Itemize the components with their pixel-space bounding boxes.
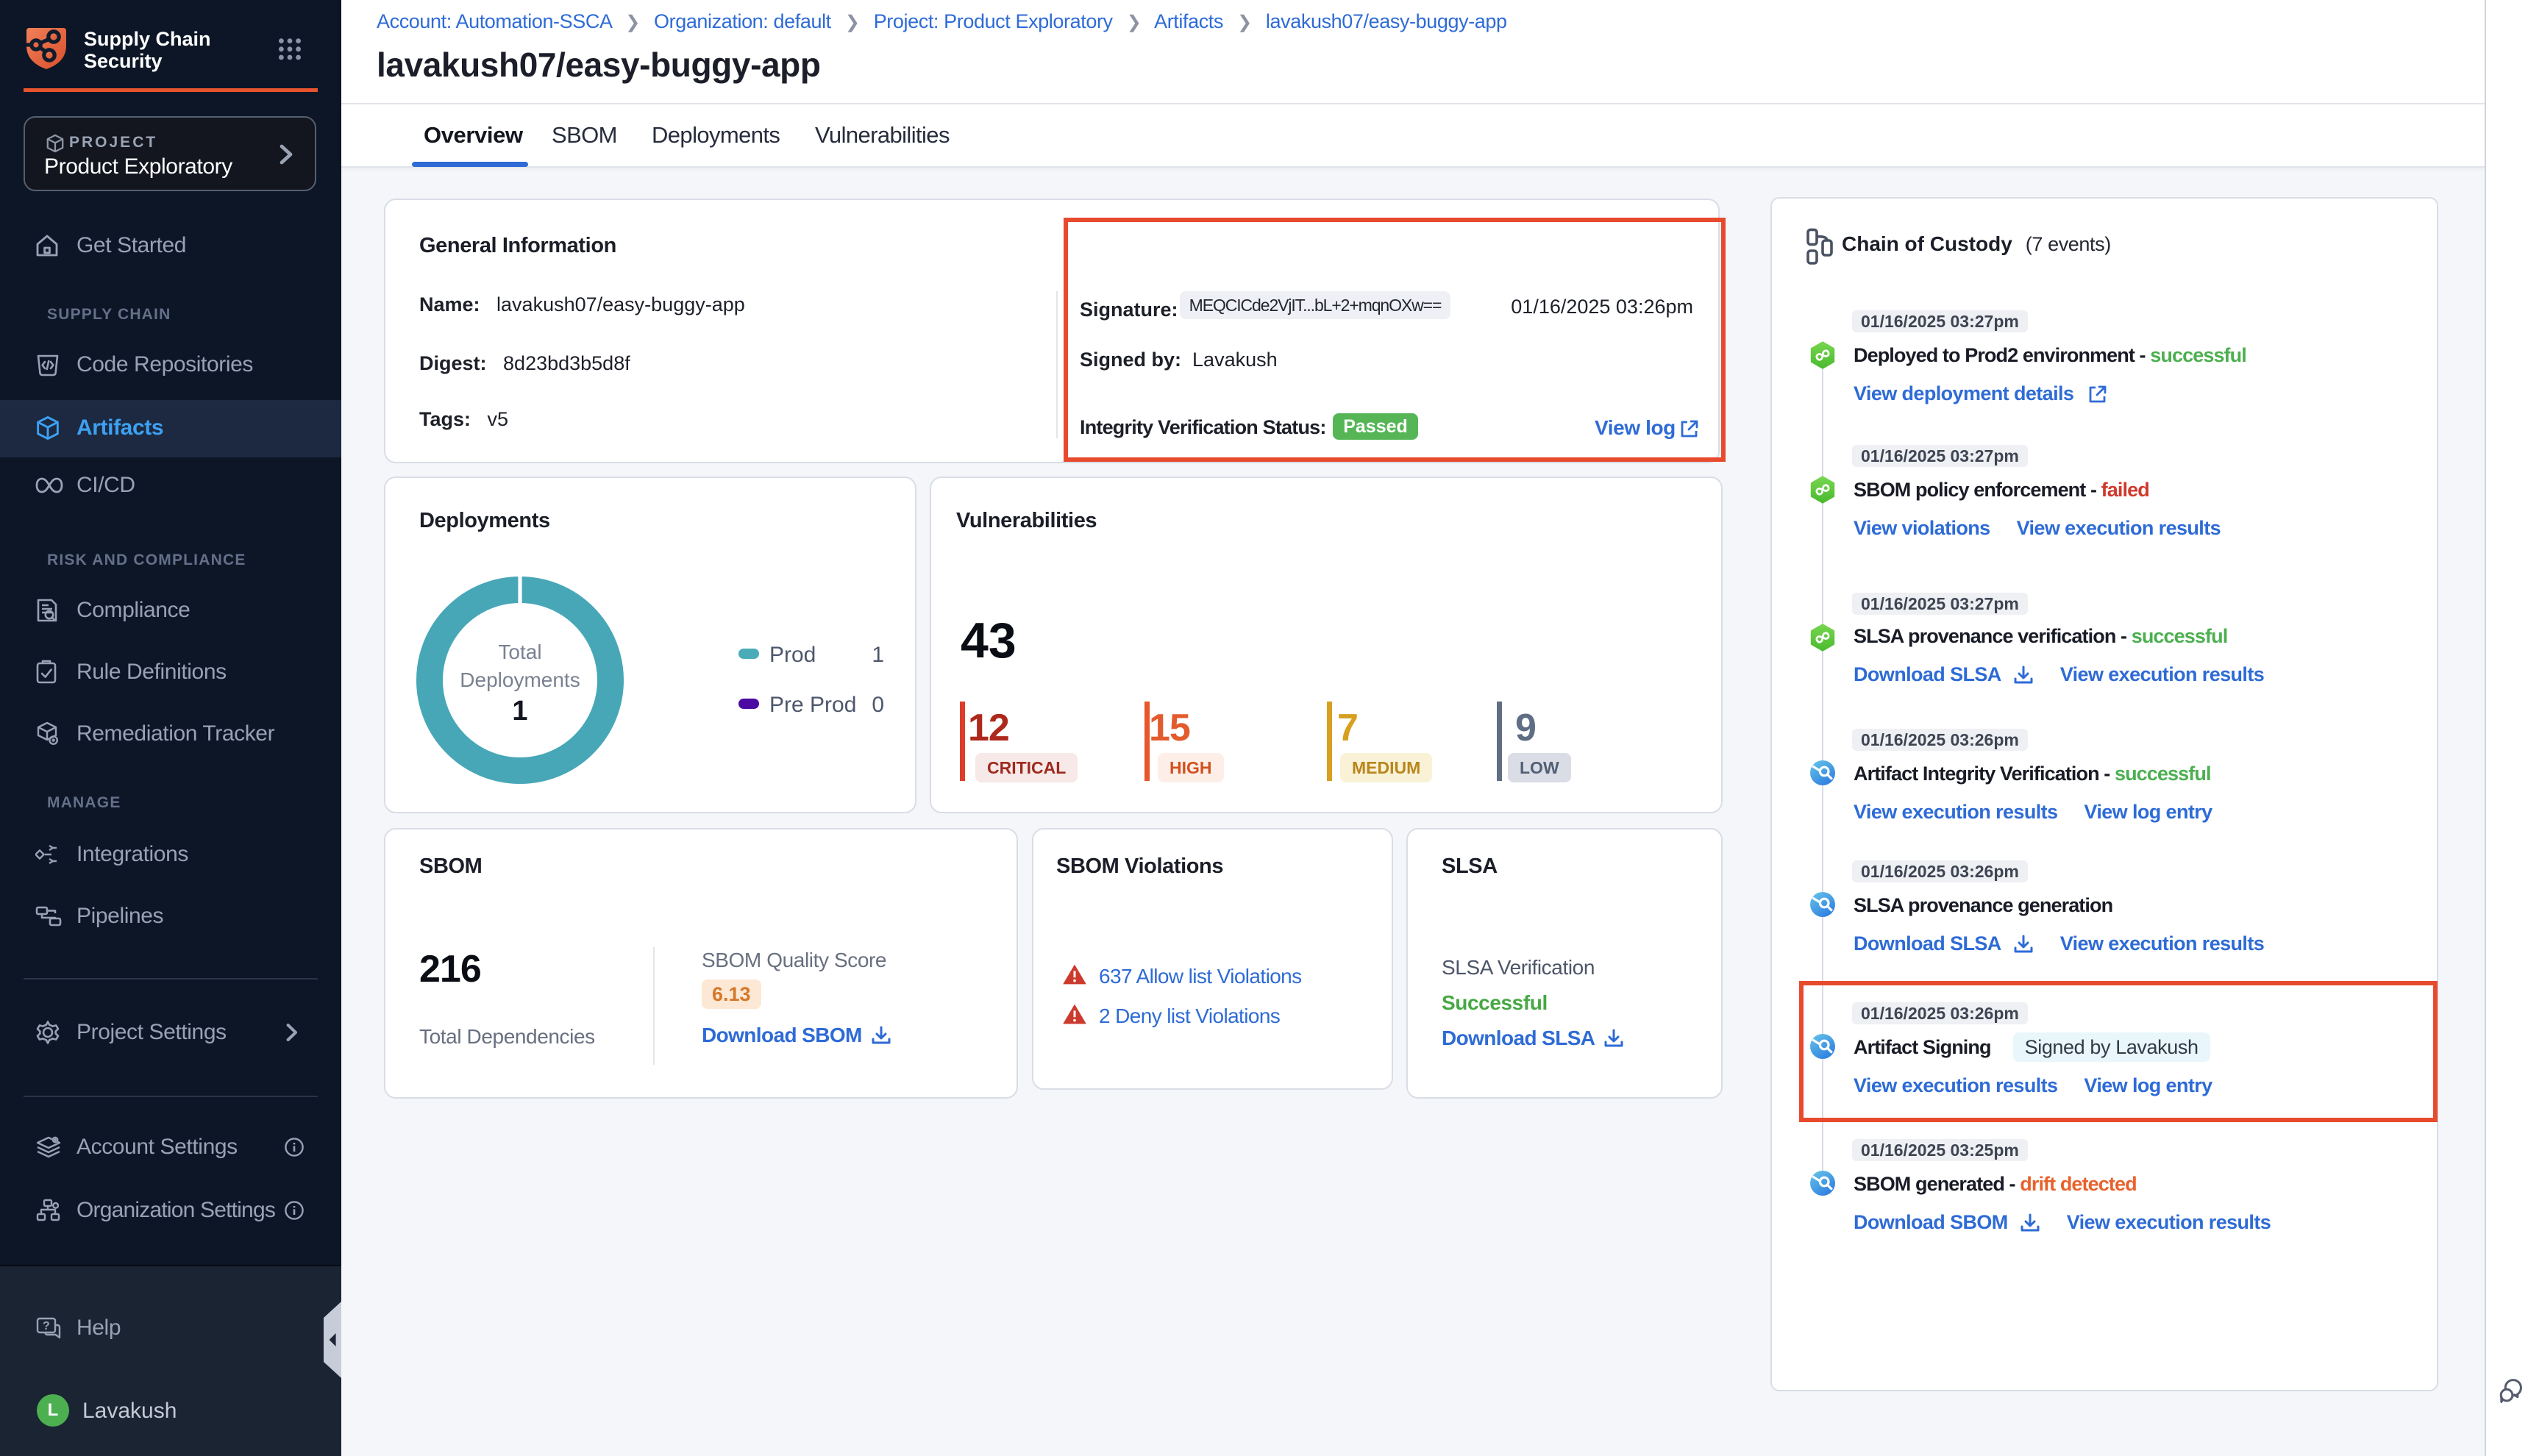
svg-text:?: ?	[43, 1320, 49, 1332]
